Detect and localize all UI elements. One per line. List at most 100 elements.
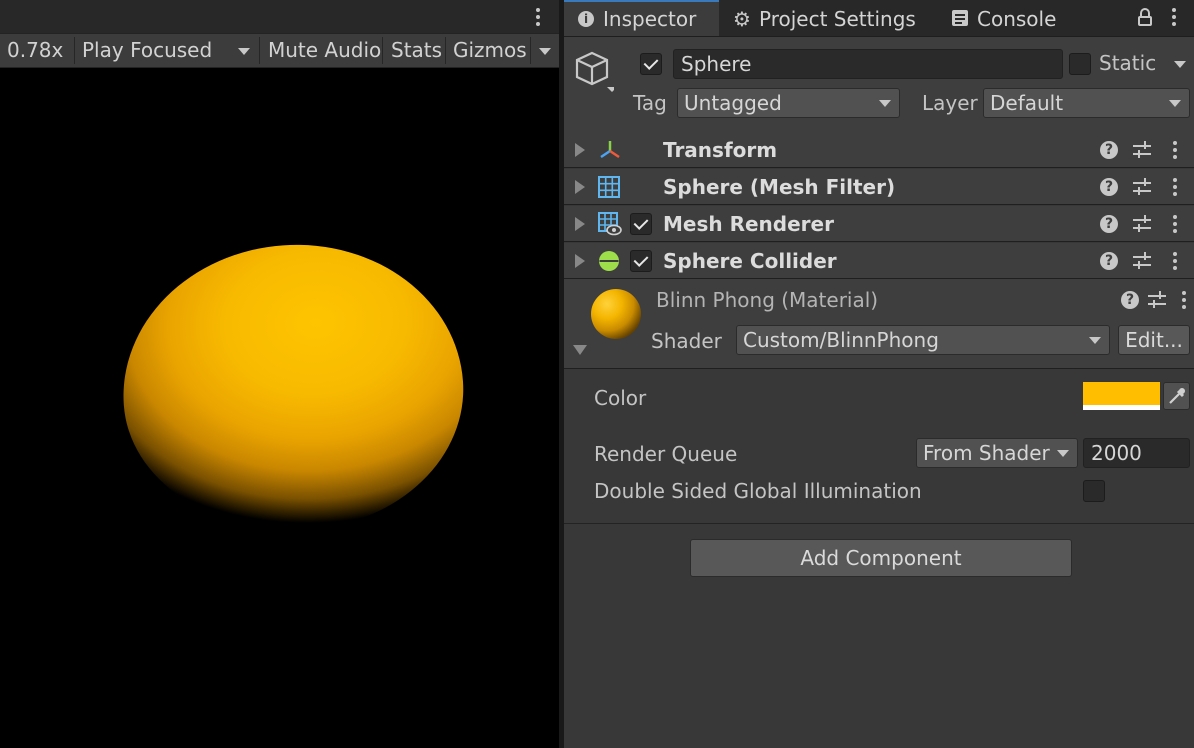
component-mesh-renderer[interactable]: Mesh Renderer ? [564,206,1194,242]
material-header: Blinn Phong (Material) ? Shader Custom/B… [564,279,1194,369]
play-mode-dropdown[interactable]: Play Focused [74,34,258,67]
shader-dropdown[interactable]: Custom/BlinnPhong [736,325,1110,355]
double-sided-gi-label: Double Sided Global Illumination [594,479,922,503]
toolbar-separator [382,37,383,64]
mesh-renderer-enabled-checkbox[interactable] [630,213,652,235]
component-menu-icon[interactable] [1173,141,1177,159]
mesh-filter-icon [598,176,620,198]
presets-icon[interactable] [1148,291,1166,309]
chevron-down-icon [1169,100,1181,107]
eyedropper-icon[interactable] [1163,382,1190,410]
sphere-collider-icon [598,250,620,272]
game-view-panel: 0.78x Play Focused Mute Audio Stats Gizm… [0,0,559,748]
foldout-arrow-icon[interactable] [575,217,585,231]
help-icon[interactable]: ? [1100,178,1118,196]
inspector-menu-icon[interactable] [1172,8,1176,26]
gear-icon: ⚙ [733,7,751,31]
material-menu-icon[interactable] [1182,291,1186,309]
help-icon[interactable]: ? [1100,215,1118,233]
presets-icon[interactable] [1133,215,1151,233]
toolbar-separator [445,37,446,64]
color-swatch[interactable] [1083,382,1160,410]
help-icon[interactable]: ? [1121,291,1139,309]
component-sphere-collider[interactable]: Sphere Collider ? [564,243,1194,279]
game-view-toolbar: 0.78x Play Focused Mute Audio Stats Gizm… [0,33,559,68]
presets-icon[interactable] [1133,178,1151,196]
mesh-renderer-icon [598,212,622,236]
layer-value: Default [990,91,1064,115]
gameobject-active-checkbox[interactable] [640,53,662,75]
foldout-arrow-icon[interactable] [575,254,585,268]
gizmos-dropdown[interactable] [531,34,559,67]
render-queue-mode-value: From Shader [923,441,1050,465]
chevron-down-icon [1057,450,1069,457]
component-menu-icon[interactable] [1173,252,1177,270]
help-icon[interactable]: ? [1100,141,1118,159]
static-checkbox[interactable] [1069,53,1091,75]
layer-label: Layer [922,91,978,115]
edit-shader-button[interactable]: Edit... [1118,325,1190,355]
tag-value: Untagged [684,91,782,115]
render-queue-value: 2000 [1091,441,1142,465]
chevron-down-icon [539,48,551,55]
scale-value[interactable]: 0.78x [7,34,63,67]
chevron-down-icon [879,100,891,107]
component-title: Transform [663,138,778,162]
gizmos-toggle[interactable]: Gizmos [453,34,527,67]
foldout-arrow-icon[interactable] [575,143,585,157]
toolbar-separator [259,37,260,64]
mute-audio-toggle[interactable]: Mute Audio [268,34,381,67]
static-label: Static [1099,51,1157,75]
component-menu-icon[interactable] [1173,178,1177,196]
rendered-sphere [113,233,473,542]
component-title: Sphere (Mesh Filter) [663,175,896,199]
play-mode-label: Play Focused [82,38,213,62]
tab-inspector[interactable]: i Inspector [564,0,719,36]
presets-icon[interactable] [1133,252,1151,270]
game-viewport[interactable] [0,68,559,748]
tab-console[interactable]: Console [939,0,1059,36]
tab-project-settings-label: Project Settings [759,7,916,31]
lock-icon[interactable] [1138,8,1152,26]
info-icon: i [578,11,594,27]
add-component-button[interactable]: Add Component [690,539,1072,577]
tag-dropdown[interactable]: Untagged [677,88,900,118]
component-title: Mesh Renderer [663,212,834,236]
tab-console-label: Console [977,7,1057,31]
game-view-header [0,0,559,33]
help-icon[interactable]: ? [1100,252,1118,270]
layer-dropdown[interactable]: Default [983,88,1190,118]
shader-value: Custom/BlinnPhong [743,328,939,352]
stats-toggle[interactable]: Stats [391,34,442,67]
tag-label: Tag [633,91,667,115]
component-title: Sphere Collider [663,249,837,273]
component-menu-icon[interactable] [1173,215,1177,233]
sphere-collider-enabled-checkbox[interactable] [630,250,652,272]
gameobject-name-value: Sphere [681,52,752,76]
gameobject-name-field[interactable]: Sphere [673,49,1063,79]
tab-project-settings[interactable]: ⚙ Project Settings [719,0,919,36]
render-queue-mode-dropdown[interactable]: From Shader [916,438,1078,468]
tab-inspector-label: Inspector [603,7,697,31]
chevron-down-icon [1089,337,1101,344]
add-component-label: Add Component [800,546,962,570]
static-dropdown-arrow-icon[interactable] [1174,61,1186,68]
section-divider [564,523,1194,524]
transform-icon [598,139,622,161]
foldout-arrow-icon[interactable] [575,180,585,194]
presets-icon[interactable] [1133,141,1151,159]
material-foldout-arrow-icon[interactable] [573,345,587,355]
material-preview-sphere[interactable] [591,289,641,339]
render-queue-label: Render Queue [594,442,738,466]
material-title: Blinn Phong (Material) [656,288,879,312]
game-view-menu-icon[interactable] [536,8,540,26]
render-queue-value-field[interactable]: 2000 [1083,438,1190,468]
gameobject-cube-icon[interactable] [574,51,617,95]
component-transform[interactable]: Transform ? [564,132,1194,168]
shader-label: Shader [651,329,722,353]
component-mesh-filter[interactable]: Sphere (Mesh Filter) ? [564,169,1194,205]
console-icon [952,10,968,26]
double-sided-gi-checkbox[interactable] [1083,480,1105,502]
edit-shader-label: Edit... [1125,328,1183,352]
inspector-panel: i Inspector ⚙ Project Settings Console S… [564,0,1194,748]
